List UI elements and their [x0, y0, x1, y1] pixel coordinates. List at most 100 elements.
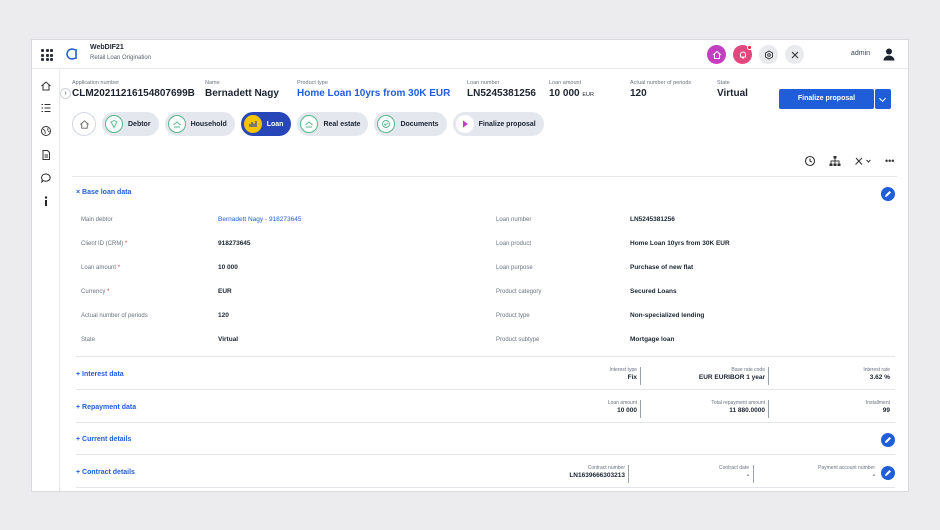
step-debtor[interactable]: Debtor [102, 112, 159, 136]
section-divider [76, 454, 895, 455]
currency-value: EUR [218, 288, 232, 295]
product-subtype-value: Mortgage loan [630, 336, 675, 343]
installment-summary: Installment 99 [865, 400, 890, 414]
step-finalize-proposal[interactable]: Finalize proposal [452, 112, 544, 136]
edit-contract-details-button[interactable] [881, 466, 895, 480]
pencil-icon [885, 437, 891, 443]
loan-number-value: LN5245381256 [630, 216, 675, 223]
product-category-value: Secured Loans [630, 288, 677, 295]
state-label: State [81, 337, 96, 343]
product-type-label: Product type [496, 313, 530, 319]
repayment-loan-amount-summary: Loan amount 10 000 [607, 400, 637, 414]
loan-amount-value: 10 000 [218, 264, 238, 271]
section-divider [76, 389, 895, 390]
app-subtitle: Retail Loan Origination [90, 55, 152, 61]
document-icon[interactable] [40, 149, 52, 161]
app-title: WebDIF21 [90, 44, 124, 51]
summary-separator [768, 367, 769, 385]
notification-dot [747, 45, 752, 50]
contract-details-toggle[interactable]: + Contract details [76, 469, 135, 476]
notifications-button[interactable] [733, 45, 752, 64]
top-action-icons [707, 45, 804, 64]
summary-separator [640, 400, 641, 418]
user-name[interactable]: admin [851, 50, 870, 57]
repayment-data-toggle[interactable]: + Repayment data [76, 404, 136, 411]
section-divider [76, 487, 895, 488]
base-rate-summary: Base rate code EUR EURIBOR 1 year [698, 367, 765, 381]
chat-icon[interactable] [40, 172, 52, 184]
chart-bars-icon [243, 115, 262, 133]
loan-details-panel: × Base loan data Main debtor Bernadett N… [72, 176, 897, 491]
header-loan-number: Loan number LN5245381256 [467, 80, 536, 99]
actual-periods-value: 120 [218, 312, 229, 319]
sidebar-toggle-button[interactable]: › [60, 88, 71, 99]
header-state: State Virtual [717, 80, 748, 99]
house-hand-icon [300, 115, 319, 133]
total-repayment-summary: Total repayment amount 11 880.0000 [711, 400, 765, 414]
actual-periods-label: Actual number of periods [81, 313, 148, 319]
product-category-label: Product category [496, 289, 542, 295]
id-card-icon [105, 115, 123, 133]
header-product-type: Product type Home Loan 10yrs from 30K EU… [297, 80, 451, 99]
user-icon[interactable] [882, 47, 896, 61]
product-type-value: Non-specialized lending [630, 312, 705, 319]
hierarchy-icon[interactable] [829, 155, 841, 167]
header-actual-periods: Actual number of periods 120 [630, 80, 692, 99]
client-id-label: Client ID (CRM) * [81, 241, 128, 247]
settings-button[interactable] [759, 45, 778, 64]
home-icon[interactable] [40, 80, 52, 92]
bell-icon [739, 51, 746, 58]
summary-separator [640, 367, 641, 385]
interest-data-toggle[interactable]: + Interest data [76, 371, 124, 378]
step-household[interactable]: Household [164, 112, 235, 136]
hexagon-gear-icon [764, 49, 773, 60]
section-divider [76, 356, 895, 357]
info-icon[interactable] [40, 195, 52, 207]
tools-icon [791, 51, 798, 58]
step-home[interactable] [72, 112, 96, 136]
edit-base-loan-button[interactable] [881, 187, 895, 201]
sidebar [32, 70, 60, 491]
house-hand-icon [167, 115, 186, 133]
currency-label: Currency * [81, 289, 110, 295]
contract-number-summary: Contract number LN1639666303213 [569, 465, 625, 479]
interest-type-summary: Interest type Fix [609, 367, 637, 381]
finalize-proposal-button[interactable]: Finalize proposal [779, 89, 874, 109]
process-steps: Debtor Household Loan Real estate Docume… [72, 112, 544, 136]
step-real-estate[interactable]: Real estate [297, 112, 369, 136]
loan-purpose-value: Purchase of new flat [630, 264, 694, 271]
tools-dropdown-icon[interactable] [854, 155, 872, 167]
section-divider [76, 422, 895, 423]
main-debtor-link[interactable]: Bernadett Nagy - 918273645 [218, 216, 301, 223]
loan-product-value: Home Loan 10yrs from 30K EUR [630, 240, 730, 247]
loan-purpose-label: Loan purpose [496, 265, 533, 271]
main-debtor-label: Main debtor [81, 217, 113, 223]
finalize-dropdown-button[interactable] [875, 89, 891, 109]
list-icon[interactable] [40, 102, 52, 114]
edit-current-details-button[interactable] [881, 433, 895, 447]
apps-grid-icon[interactable] [41, 49, 53, 61]
summary-separator [753, 465, 754, 483]
loan-number-label: Loan number [496, 217, 532, 223]
loan-product-label: Loan product [496, 241, 532, 247]
history-clock-icon[interactable] [804, 155, 816, 167]
step-loan[interactable]: Loan [240, 112, 292, 136]
top-bar: WebDIF21 Retail Loan Origination admin [32, 40, 908, 69]
payment-account-summary: Payment account number - [818, 465, 875, 479]
app-logo-icon [66, 48, 77, 60]
step-documents[interactable]: Documents [374, 112, 447, 136]
globe-icon[interactable] [40, 125, 52, 137]
house-icon [712, 50, 721, 59]
header-application-number: Application number CLM20211216154807699B [72, 80, 195, 99]
pencil-icon [885, 191, 891, 197]
current-details-toggle[interactable]: + Current details [76, 436, 131, 443]
home-shortcut-button[interactable] [707, 45, 726, 64]
app-window: WebDIF21 Retail Loan Origination admin ›… [31, 39, 909, 492]
more-options-icon[interactable]: ••• [885, 156, 894, 166]
header-name: Name Bernadett Nagy [205, 80, 279, 99]
application-header: Application number CLM20211216154807699B… [72, 80, 902, 108]
play-icon [455, 115, 474, 133]
home-icon [79, 119, 89, 129]
tools-button[interactable] [785, 45, 804, 64]
base-loan-data-toggle[interactable]: × Base loan data [76, 189, 131, 196]
